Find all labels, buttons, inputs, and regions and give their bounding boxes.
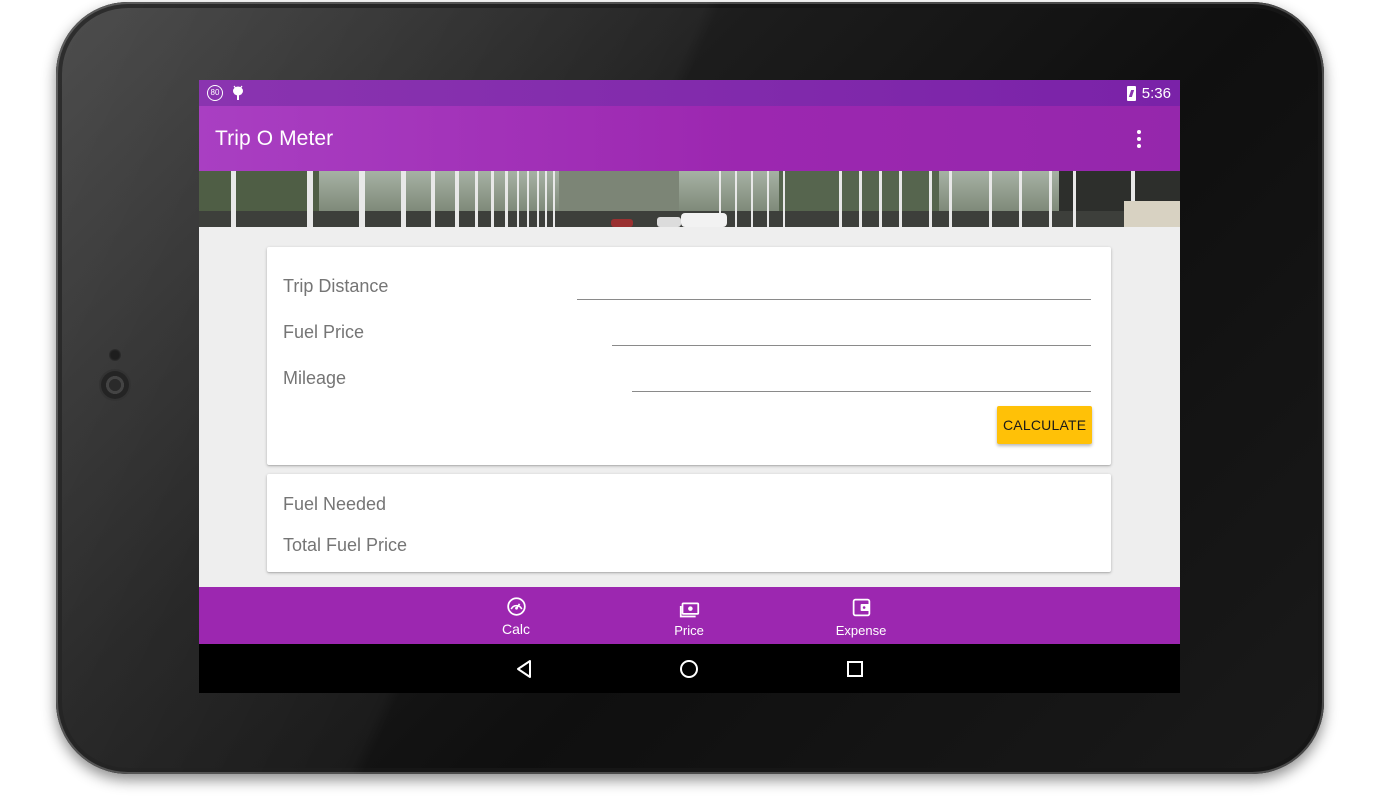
header-banner-image bbox=[199, 171, 1180, 227]
mileage-input[interactable] bbox=[632, 367, 1091, 392]
wallet-icon bbox=[852, 598, 871, 617]
back-triangle-icon[interactable] bbox=[511, 656, 537, 682]
recents-square-icon[interactable] bbox=[842, 656, 868, 682]
fuel-price-input[interactable] bbox=[612, 321, 1091, 346]
speedometer-icon bbox=[507, 597, 526, 616]
nav-item-expense[interactable]: Expense bbox=[806, 587, 916, 644]
money-icon bbox=[679, 602, 700, 618]
app-bar: Trip O Meter bbox=[199, 106, 1180, 171]
road-photo bbox=[199, 171, 1180, 227]
results-card: Fuel Needed Total Fuel Price bbox=[267, 474, 1111, 572]
trip-input-card: Trip Distance Fuel Price Mileage CALCULA… bbox=[267, 247, 1111, 465]
sensor-dot bbox=[109, 349, 121, 361]
more-vert-icon[interactable] bbox=[1128, 128, 1150, 150]
fuel-price-field-wrap bbox=[612, 321, 1091, 347]
calculate-button[interactable]: CALCULATE bbox=[997, 406, 1092, 444]
nav-item-calc[interactable]: Calc bbox=[461, 587, 571, 644]
android-debug-icon bbox=[233, 85, 243, 100]
status-left-icons: 80 bbox=[207, 85, 245, 101]
mileage-field-wrap bbox=[632, 367, 1091, 393]
status-time: 5:36 bbox=[1141, 85, 1171, 102]
status-bar: 80 5:36 bbox=[199, 80, 1180, 106]
nav-label-price: Price bbox=[674, 623, 704, 638]
trip-distance-input[interactable] bbox=[577, 275, 1091, 300]
fuel-price-label: Fuel Price bbox=[283, 322, 365, 342]
status-right: 5:36 bbox=[1126, 85, 1171, 102]
nav-item-price[interactable]: Price bbox=[634, 587, 744, 644]
nav-label-expense: Expense bbox=[835, 623, 887, 638]
mileage-label: Mileage bbox=[283, 368, 347, 388]
battery-charging-icon bbox=[1126, 86, 1136, 101]
trip-distance-label: Trip Distance bbox=[283, 276, 389, 296]
total-fuel-price-label: Total Fuel Price bbox=[283, 535, 408, 555]
bottom-navigation: Calc Price Expense bbox=[199, 587, 1180, 644]
nav-label-calc: Calc bbox=[501, 621, 530, 637]
app-title: Trip O Meter bbox=[215, 127, 334, 150]
fuel-needed-label: Fuel Needed bbox=[283, 494, 387, 514]
front-camera bbox=[101, 371, 129, 399]
speed-limit-80-icon: 80 bbox=[207, 85, 223, 101]
device-screen: 80 5:36 Trip O Meter Trip Distance Fuel … bbox=[199, 80, 1180, 693]
home-circle-icon[interactable] bbox=[676, 656, 702, 682]
trip-distance-field-wrap bbox=[577, 275, 1091, 301]
system-navigation-bar bbox=[199, 644, 1180, 693]
